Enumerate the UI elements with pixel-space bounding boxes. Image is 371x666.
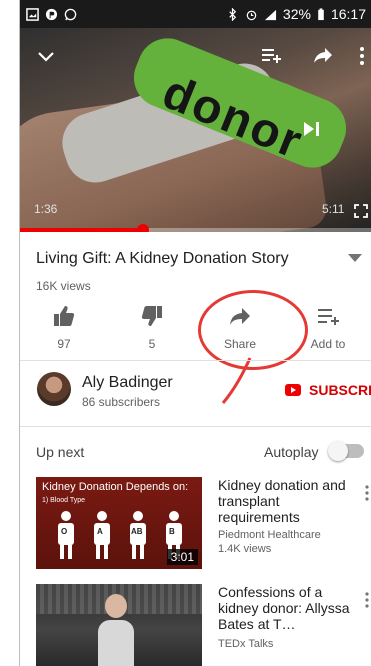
- add-to-label: Add to: [310, 337, 346, 351]
- autoplay-label: Autoplay: [264, 444, 319, 460]
- add-to-playlist-icon: [318, 309, 339, 325]
- like-button[interactable]: 97: [20, 303, 108, 353]
- progress-fill: [20, 228, 144, 232]
- blood-type-figure: A: [94, 511, 110, 559]
- progress-scrubber[interactable]: [137, 224, 150, 232]
- view-count: 16K views: [36, 279, 91, 293]
- video-title: Living Gift: A Kidney Donation Story: [36, 250, 289, 267]
- action-bar: 97 5 Share Add to: [20, 303, 371, 353]
- autoplay-toggle-knob: [328, 441, 348, 461]
- related-video-channel: Piedmont Healthcare: [218, 529, 321, 541]
- next-video-icon[interactable]: [302, 120, 320, 138]
- current-time: 1:36: [34, 202, 58, 216]
- thumbs-up-icon: [54, 306, 75, 326]
- collapse-chevron-icon[interactable]: [36, 50, 56, 64]
- channel-name[interactable]: Aly Badinger: [82, 374, 173, 392]
- thumbnail-subtitle: 1) Blood Type: [42, 497, 86, 504]
- related-video-card[interactable]: Kidney Donation Depends on: 1) Blood Typ…: [20, 477, 371, 569]
- signal-icon: [264, 9, 276, 20]
- subscriber-count: 86 subscribers: [82, 395, 161, 409]
- expand-description-icon[interactable]: [348, 254, 362, 262]
- related-video-channel: TEDx Talks: [218, 638, 274, 650]
- subscribe-label: SUBSCRIBE: [309, 382, 371, 398]
- dislike-button[interactable]: 5: [108, 303, 196, 353]
- blood-type-figure: O: [58, 511, 74, 559]
- autoplay-toggle[interactable]: [328, 441, 364, 461]
- bluetooth-icon: [229, 7, 237, 21]
- dislike-count: 5: [148, 337, 156, 351]
- related-video-title[interactable]: Confessions of a kidney donor: Allyssa B…: [218, 584, 358, 632]
- related-video-title[interactable]: Kidney donation and transplant requireme…: [218, 477, 358, 525]
- divider: [20, 360, 371, 361]
- blood-type-figure: AB: [130, 511, 146, 559]
- phone-screen: 32% 16:17 donor 1:36 5:11 Living Gift: A…: [19, 0, 371, 666]
- subscribe-button[interactable]: SUBSCRIBE: [285, 382, 371, 398]
- divider: [20, 426, 371, 427]
- app-notification-icon: [45, 8, 58, 20]
- video-thumbnail[interactable]: Kidney Donation Depends on: 1) Blood Typ…: [36, 477, 202, 569]
- clock: 16:17: [330, 6, 366, 22]
- youtube-logo-icon: [285, 384, 301, 396]
- more-options-icon[interactable]: [364, 592, 370, 608]
- thumbs-down-icon: [141, 306, 162, 326]
- avatar[interactable]: [37, 372, 71, 406]
- alarm-icon: [246, 10, 257, 20]
- screenshot-margin: [0, 0, 19, 666]
- up-next-heading: Up next: [36, 444, 85, 460]
- video-duration: 3:01: [166, 549, 198, 565]
- video-player[interactable]: donor 1:36 5:11: [20, 28, 371, 232]
- thumbnail-speaker: [98, 594, 134, 666]
- more-options-icon[interactable]: [358, 46, 366, 66]
- status-bar: 32% 16:17: [20, 0, 371, 28]
- channel-row[interactable]: Aly Badinger 86 subscribers SUBSCRIBE: [20, 370, 371, 418]
- video-thumbnail[interactable]: [36, 584, 202, 666]
- thumbnail-title: Kidney Donation Depends on:: [42, 481, 189, 493]
- share-video-icon[interactable]: [312, 46, 334, 64]
- related-video-views: 1.4K views: [218, 543, 272, 555]
- battery-percent: 32%: [282, 6, 311, 22]
- like-count: 97: [57, 337, 71, 351]
- image-notification-icon: [26, 7, 39, 21]
- whatsapp-icon: [64, 8, 77, 20]
- total-time: 5:11: [322, 202, 345, 216]
- progress-bar[interactable]: [20, 224, 371, 232]
- related-video-card[interactable]: Confessions of a kidney donor: Allyssa B…: [20, 584, 371, 666]
- fullscreen-icon[interactable]: [354, 204, 368, 218]
- video-title-row[interactable]: Living Gift: A Kidney Donation Story: [20, 244, 371, 274]
- more-options-icon[interactable]: [364, 485, 370, 501]
- add-to-queue-icon[interactable]: [260, 46, 282, 64]
- battery-icon: [318, 7, 324, 20]
